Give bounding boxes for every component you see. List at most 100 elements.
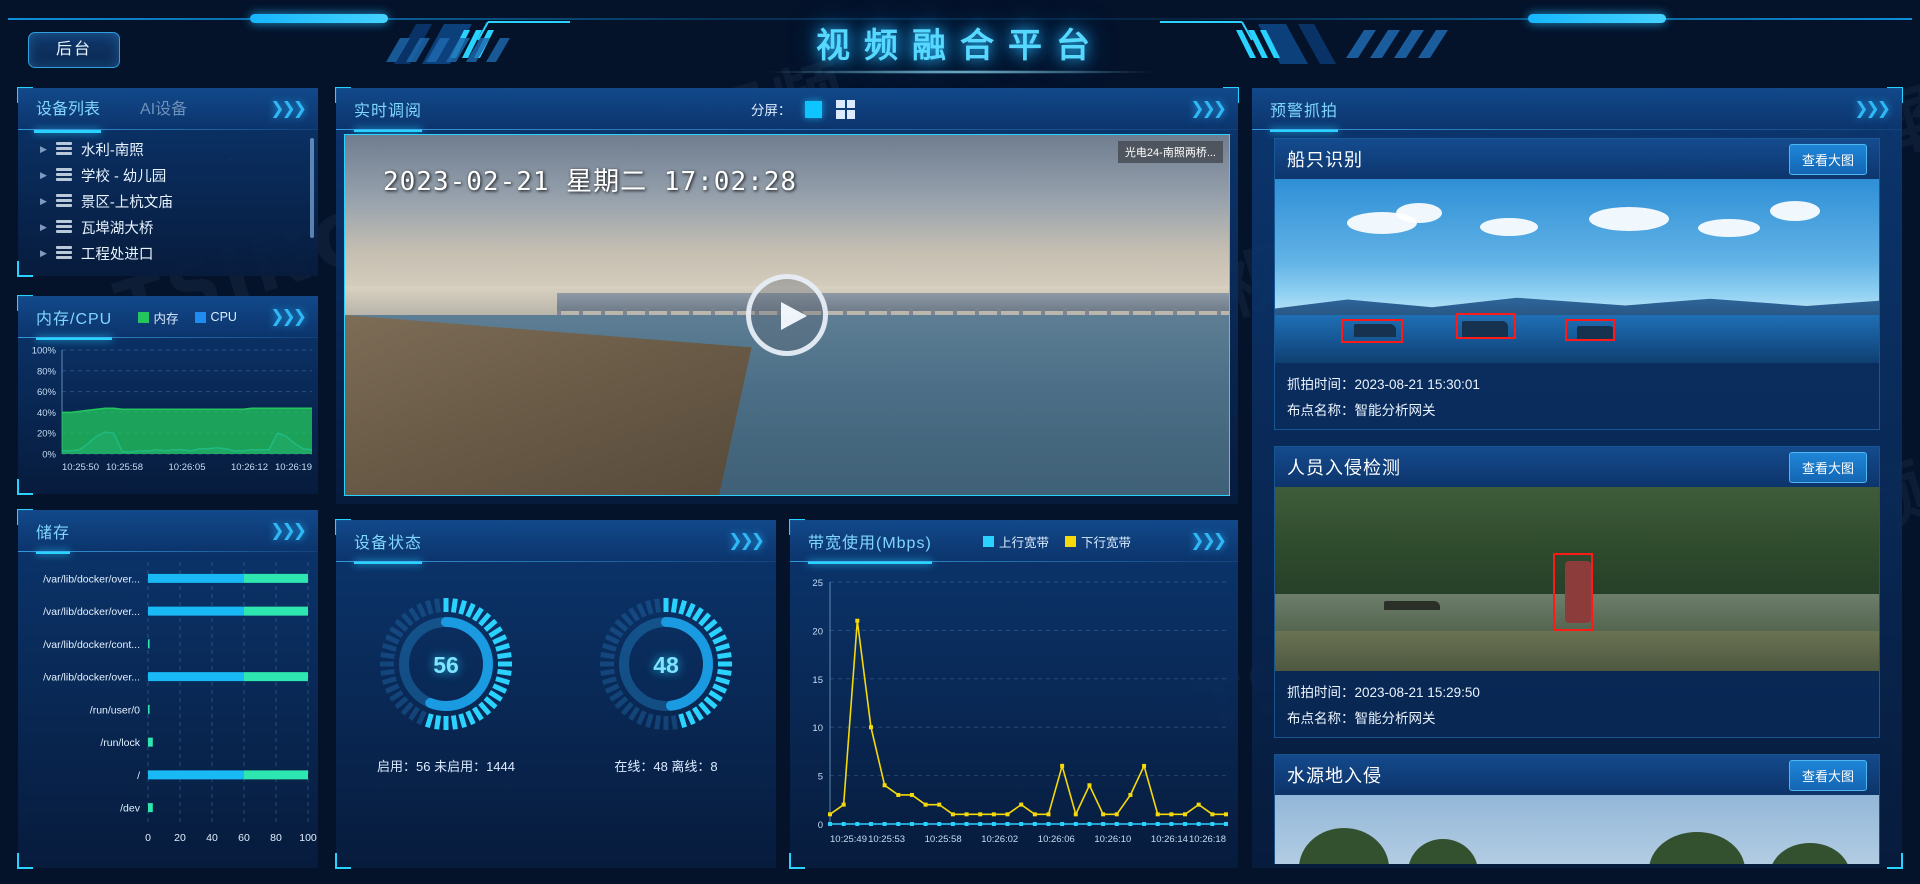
svg-text:80: 80 (270, 832, 282, 844)
server-icon (55, 246, 72, 260)
alert-capture-header: 预警抓拍 ❯❯❯ (1252, 88, 1902, 132)
detected-person (1564, 560, 1591, 623)
split-screen-controls: 分屏： (751, 99, 856, 119)
panel-title: 设备状态 (354, 529, 423, 564)
legend-label: 内存 (153, 311, 179, 326)
single-view-icon[interactable] (805, 100, 823, 118)
site-value: 智能分析网关 (1354, 711, 1436, 726)
alert-card[interactable]: 水源地入侵 查看大图 (1274, 754, 1880, 864)
live-video-panel: 实时调阅 分屏： ❯❯❯ 2023-02-21 星期二 17:02:28 光电2… (335, 87, 1239, 504)
panel-title: 预警抓拍 (1270, 97, 1339, 132)
svg-text:10:26:14: 10:26:14 (1151, 834, 1188, 845)
chevron-right-triple-icon[interactable]: ❯❯❯ (1190, 99, 1227, 119)
legend-swatch (983, 535, 995, 547)
svg-text:10:25:49: 10:25:49 (830, 834, 867, 845)
list-item[interactable]: ▶ 景区-上杭文庙 (18, 188, 318, 214)
device-list-body: ▶ 水利-南照 ▶ 学校 - 幼儿园 ▶ 景区-上杭文庙 ▶ 瓦埠湖大桥 ▶ 工… (18, 130, 318, 276)
capture-time-label: 抓拍时间： (1287, 685, 1355, 700)
svg-text:/run/user/0: /run/user/0 (90, 704, 140, 716)
chevron-right-triple-icon[interactable]: ❯❯❯ (1190, 531, 1227, 551)
svg-text:/var/lib/docker/over...: /var/lib/docker/over... (43, 672, 140, 684)
alert-card[interactable]: 船只识别 查看大图 抓拍时间：2023-08-21 15:30:01 布点名称：… (1274, 138, 1880, 430)
gauge-enabled: 56 启用：56 未启用：1444 (366, 584, 526, 775)
alert-thumbnail[interactable] (1275, 179, 1879, 363)
view-large-image-button[interactable]: 查看大图 (1788, 759, 1867, 791)
legend-swatch (1065, 535, 1077, 547)
svg-text:0: 0 (145, 832, 151, 844)
svg-text:15: 15 (812, 675, 823, 686)
chevron-right-icon[interactable]: ▶ (40, 196, 47, 207)
cloud-shape (1395, 202, 1442, 223)
chevron-right-icon[interactable]: ▶ (40, 248, 47, 259)
storage-panel: 储存 ❯❯❯ 0 20 40 60 80 100/var/lib/docker/over.… (17, 509, 318, 869)
memory-cpu-panel: 内存/CPU 内存 CPU ❯❯❯ 0% 20% 40% 60% 80% 100% 10:2… (17, 295, 318, 495)
device-list: ▶ 水利-南照 ▶ 学校 - 幼儿园 ▶ 景区-上杭文庙 ▶ 瓦埠湖大桥 ▶ 工… (18, 130, 318, 276)
view-large-image-button[interactable]: 查看大图 (1788, 143, 1867, 175)
chevron-right-triple-icon[interactable]: ❯❯❯ (270, 521, 307, 541)
alert-thumbnail[interactable] (1275, 795, 1879, 864)
device-list-scrollbar[interactable] (310, 138, 314, 238)
capture-time-value: 2023-08-21 15:29:50 (1354, 685, 1480, 700)
detection-box (1564, 318, 1615, 341)
svg-text:10:26:12: 10:26:12 (231, 462, 268, 473)
chevron-right-triple-icon[interactable]: ❯❯❯ (728, 531, 765, 551)
quad-view-icon[interactable] (836, 99, 856, 119)
legend-label: CPU (210, 310, 237, 324)
chevron-right-triple-icon[interactable]: ❯❯❯ (270, 307, 307, 327)
alert-card[interactable]: 人员入侵检测 查看大图 抓拍时间：2023-08-21 15:29:50 布点名… (1274, 446, 1880, 738)
legend-item-memory: 内存 (137, 308, 179, 327)
panel-title: 储存 (36, 519, 71, 554)
chevron-right-icon[interactable]: ▶ (40, 144, 47, 155)
detection-box (1456, 313, 1517, 340)
cloud-shape (1589, 206, 1670, 231)
svg-text:20: 20 (812, 626, 823, 637)
list-item[interactable]: ▶ 瓦埠湖大桥 (18, 214, 318, 240)
scene-boat (1383, 601, 1440, 611)
site-value: 智能分析网关 (1354, 403, 1436, 418)
svg-text:80%: 80% (37, 366, 57, 377)
panel-title: 内存/CPU (36, 305, 113, 340)
svg-text:10:25:50: 10:25:50 (62, 462, 99, 473)
title-glow (760, 70, 1160, 74)
scene-bank (1275, 630, 1879, 671)
svg-text:40: 40 (206, 832, 218, 844)
capture-time-value: 2023-08-21 15:30:01 (1354, 377, 1480, 392)
legend-item-cpu: CPU (194, 310, 237, 324)
cloud-shape (1480, 217, 1539, 236)
svg-text:10: 10 (812, 723, 823, 734)
panel-title: 实时调阅 (354, 97, 423, 132)
detection-box (1341, 318, 1404, 343)
chevron-right-triple-icon[interactable]: ❯❯❯ (270, 99, 307, 119)
view-large-image-button[interactable]: 查看大图 (1788, 451, 1867, 483)
chevron-right-triple-icon[interactable]: ❯❯❯ (1854, 99, 1891, 119)
list-item[interactable]: ▶ 工程处进口 (18, 240, 318, 266)
device-list-panel: 设备列表 AI设备 ❯❯❯ ▶ 水利-南照 ▶ 学校 - 幼儿园 ▶ 景区-上杭… (17, 87, 318, 277)
tab-device-list[interactable]: 设备列表 (33, 95, 101, 133)
chevron-right-icon[interactable]: ▶ (40, 170, 47, 181)
server-icon (55, 142, 72, 156)
alert-card-list[interactable]: 船只识别 查看大图 抓拍时间：2023-08-21 15:30:01 布点名称：… (1274, 138, 1880, 864)
backstage-button[interactable]: 后台 (28, 32, 120, 68)
chevron-right-icon[interactable]: ▶ (40, 222, 47, 233)
page-title: 视频融合平台 (816, 26, 1104, 66)
svg-text:0: 0 (818, 820, 823, 831)
svg-text:20%: 20% (37, 429, 57, 440)
svg-text:100: 100 (299, 832, 317, 844)
svg-text:10:26:06: 10:26:06 (1038, 834, 1075, 845)
svg-text:10:25:58: 10:25:58 (925, 834, 962, 845)
list-item[interactable]: ▶ 学校 - 幼儿园 (18, 162, 318, 188)
list-item[interactable]: ▶ 水利-南照 (18, 136, 318, 162)
device-list-header: 设备列表 AI设备 ❯❯❯ (18, 88, 318, 133)
gauge-group: 56 启用：56 未启用：1444 48 在线：48 离线：8 (336, 584, 776, 775)
tab-ai-device[interactable]: AI设备 (140, 95, 187, 123)
svg-text:10:26:18: 10:26:18 (1189, 834, 1226, 845)
alert-thumbnail[interactable] (1275, 487, 1879, 671)
play-icon[interactable] (746, 274, 828, 356)
bandwidth-legend: 上行宽带 下行宽带 (983, 532, 1131, 551)
list-item-label: 水利-南照 (80, 142, 144, 159)
bandwidth-panel: 带宽使用(Mbps) 上行宽带 下行宽带 ❯❯❯ 0 5 10 15 20 25 10:25… (789, 519, 1238, 869)
memory-cpu-body: 0% 20% 40% 60% 80% 100% 10:25:50 10:25:58 10:26:… (18, 338, 318, 494)
video-stage[interactable]: 2023-02-21 星期二 17:02:28 光电24-南照两桥... (344, 134, 1230, 496)
alert-type-label: 人员入侵检测 (1287, 458, 1401, 478)
svg-text:/: / (137, 770, 140, 782)
